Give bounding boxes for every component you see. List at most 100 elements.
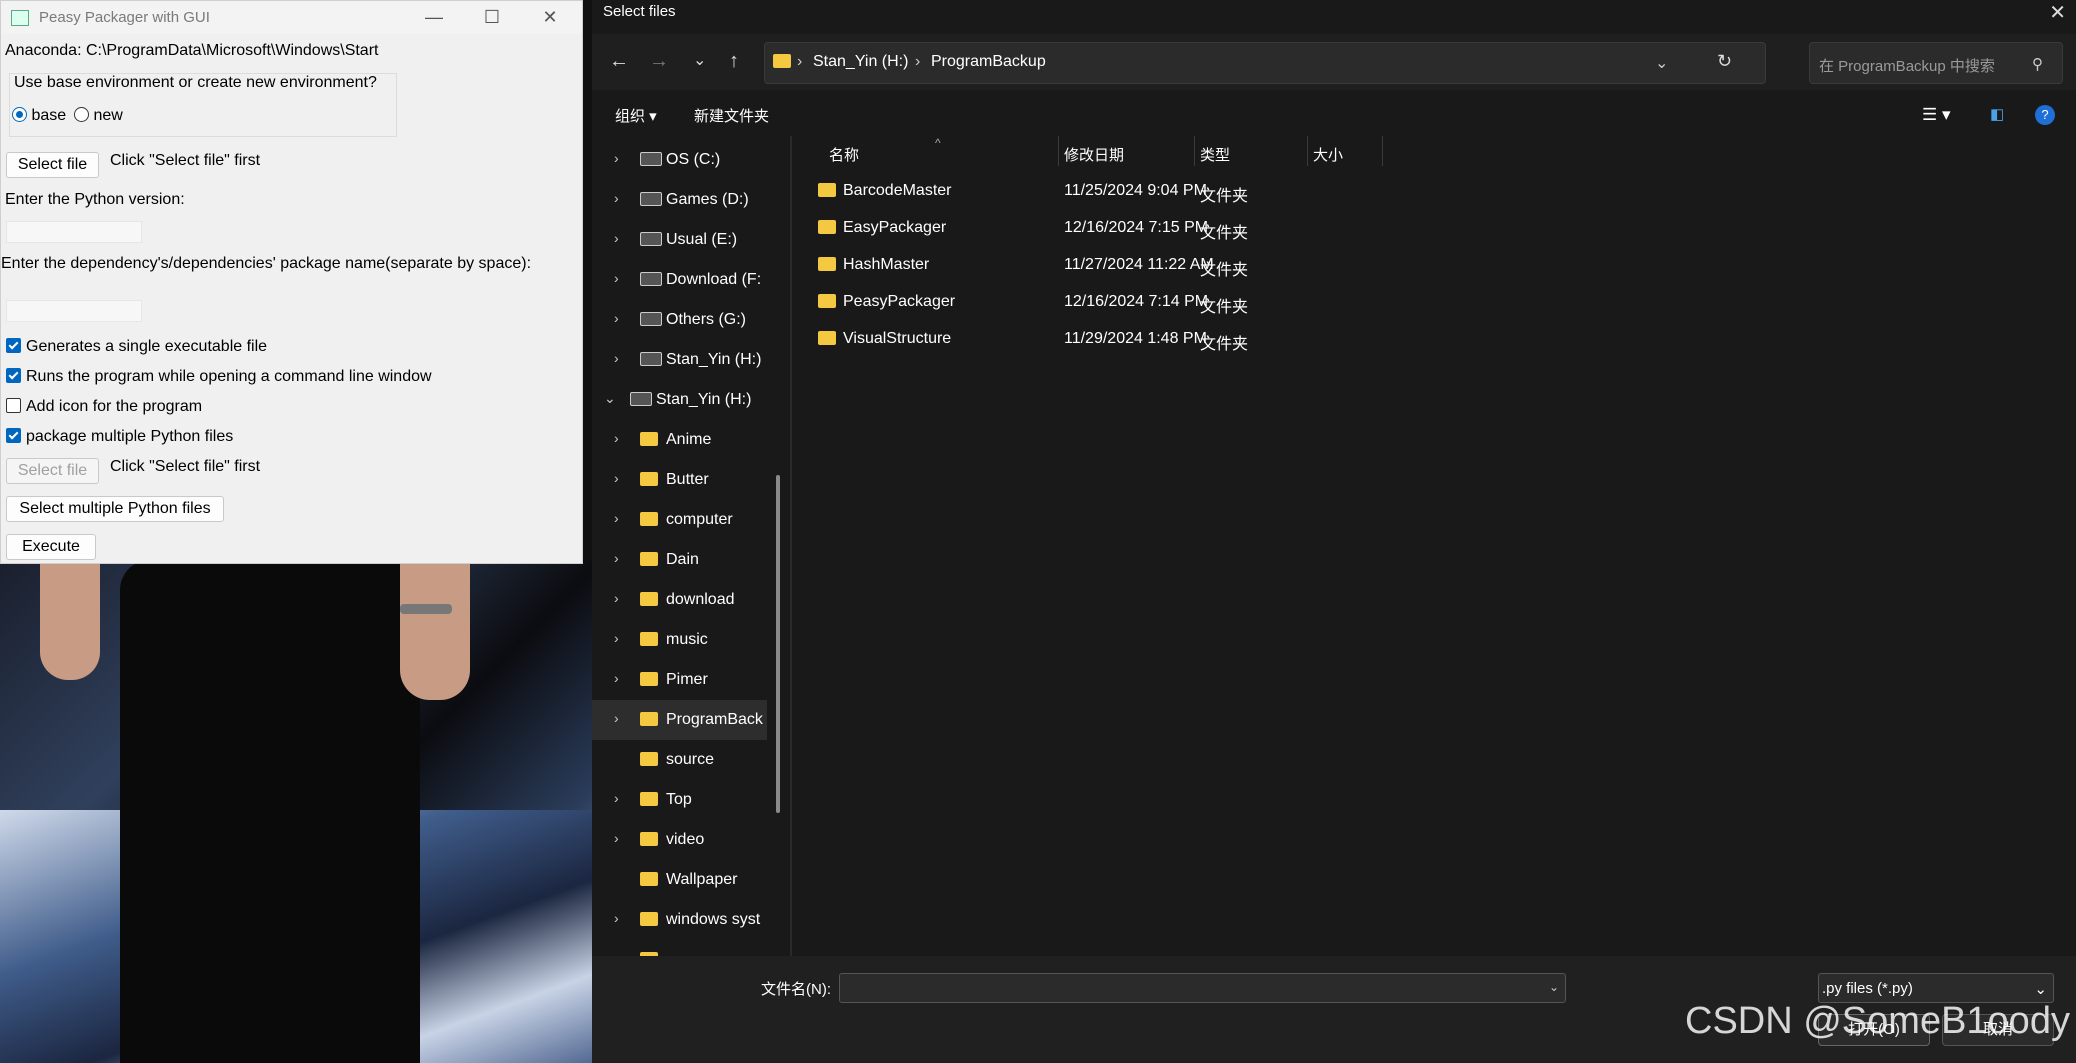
file-name: HashMaster xyxy=(843,256,930,273)
column-separator[interactable] xyxy=(1194,136,1195,166)
chevron-right-icon[interactable]: › xyxy=(614,510,619,526)
tree-item[interactable]: › computer xyxy=(592,500,767,540)
preview-pane-icon[interactable]: ◧ xyxy=(1990,105,2004,123)
chevron-right-icon[interactable]: › xyxy=(614,630,619,646)
chevron-right-icon[interactable]: › xyxy=(614,230,619,246)
organize-menu[interactable]: 组织 ▾ xyxy=(615,105,657,126)
tree-item[interactable]: source xyxy=(592,740,767,780)
column-separator[interactable] xyxy=(1307,136,1308,166)
new-folder-button[interactable]: 新建文件夹 xyxy=(694,105,769,126)
recent-locations-chevron-icon[interactable]: ⌄ xyxy=(693,50,706,70)
folder-icon xyxy=(640,792,658,806)
chevron-right-icon[interactable]: › xyxy=(614,910,619,926)
column-header-modified[interactable]: 修改日期 xyxy=(1064,144,1124,165)
tree-item[interactable]: › Dain xyxy=(592,540,767,580)
tree-item[interactable]: › ProgramBack xyxy=(592,700,767,740)
execute-button[interactable]: Execute xyxy=(6,534,96,560)
tree-item-label: Butter xyxy=(666,471,709,488)
python-version-input[interactable] xyxy=(6,221,142,243)
checkbox-checked-icon xyxy=(6,338,21,353)
breadcrumb-folder[interactable]: ProgramBackup xyxy=(931,53,1046,71)
chevron-right-icon[interactable]: › xyxy=(614,190,619,206)
select-file-button[interactable]: Select file xyxy=(6,152,99,178)
breadcrumb-separator-icon: › xyxy=(797,53,803,70)
tree-item[interactable]: › windows syst xyxy=(592,900,767,940)
dependencies-input[interactable] xyxy=(6,300,142,322)
tree-item[interactable]: › Games (D:) xyxy=(592,180,767,220)
filetype-select[interactable]: .py files (*.py) ⌄ xyxy=(1818,973,2054,1003)
column-header-type[interactable]: 类型 xyxy=(1200,144,1230,165)
chevron-right-icon[interactable]: › xyxy=(614,150,619,166)
tree-item[interactable]: ›临时 xyxy=(592,940,767,956)
tree-item[interactable]: › music xyxy=(592,620,767,660)
column-header-name[interactable]: 名称 xyxy=(829,144,859,165)
option-single-exe[interactable]: Generates a single executable file xyxy=(6,338,267,356)
filename-input[interactable]: ⌄ xyxy=(839,973,1566,1003)
tree-item[interactable]: › Stan_Yin (H:) xyxy=(592,340,767,380)
column-separator[interactable] xyxy=(1058,136,1059,166)
file-modified: 11/25/2024 9:04 PM xyxy=(1064,182,1207,199)
folder-icon xyxy=(640,912,658,926)
tree-item[interactable]: › Anime xyxy=(592,420,767,460)
tree-item[interactable]: › Others (G:) xyxy=(592,300,767,340)
tree-item[interactable]: ⌄ Stan_Yin (H:) xyxy=(592,380,767,420)
chevron-right-icon[interactable]: › xyxy=(614,710,619,726)
csdn-watermark: CSDN @SomeB1oody xyxy=(1685,1000,2070,1042)
option-add-icon[interactable]: Add icon for the program xyxy=(6,398,202,416)
background-arm-right xyxy=(400,560,470,700)
file-row[interactable]: BarcodeMaster 11/25/2024 9:04 PM 文件夹 xyxy=(792,172,2076,209)
file-name: EasyPackager xyxy=(843,219,947,236)
env-base-radio[interactable]: base xyxy=(12,107,66,125)
chevron-right-icon[interactable]: › xyxy=(614,430,619,446)
filename-dropdown-icon[interactable]: ⌄ xyxy=(1549,980,1559,994)
file-row[interactable]: PeasyPackager 12/16/2024 7:14 PM 文件夹 xyxy=(792,283,2076,320)
tree-item[interactable]: › download xyxy=(592,580,767,620)
maximize-icon[interactable]: ☐ xyxy=(463,1,521,34)
option-console-window[interactable]: Runs the program while opening a command… xyxy=(6,368,432,386)
chevron-right-icon[interactable]: › xyxy=(614,270,619,286)
dialog-close-icon[interactable]: ✕ xyxy=(2049,0,2066,25)
file-row[interactable]: VisualStructure 11/29/2024 1:48 PM 文件夹 xyxy=(792,320,2076,357)
tree-scrollbar[interactable] xyxy=(776,475,780,813)
chevron-down-icon[interactable]: ⌄ xyxy=(604,390,616,407)
drive-icon xyxy=(630,392,652,406)
chevron-right-icon[interactable]: › xyxy=(614,310,619,326)
app-icon xyxy=(11,9,29,26)
address-history-chevron-icon[interactable]: ⌄ xyxy=(1655,53,1668,73)
help-icon[interactable]: ? xyxy=(2035,105,2055,125)
select-multiple-files-button[interactable]: Select multiple Python files xyxy=(6,496,224,522)
tree-item[interactable]: › OS (C:) xyxy=(592,140,767,180)
chevron-right-icon[interactable]: › xyxy=(614,590,619,606)
search-box[interactable]: 在 ProgramBackup 中搜索 ⚲ xyxy=(1809,42,2063,84)
tree-item[interactable]: › Download (F: xyxy=(592,260,767,300)
close-icon[interactable]: ✕ xyxy=(521,1,579,34)
tree-item[interactable]: › video xyxy=(592,820,767,860)
env-new-radio[interactable]: new xyxy=(74,107,123,125)
address-bar[interactable]: › Stan_Yin (H:) › ProgramBackup ⌄ ↻ xyxy=(764,42,1766,84)
chevron-right-icon[interactable]: › xyxy=(614,830,619,846)
breadcrumb-drive[interactable]: Stan_Yin (H:) xyxy=(813,53,908,71)
select-file-hint-2: Click "Select file" first xyxy=(110,458,261,475)
option-multiple-files[interactable]: package multiple Python files xyxy=(6,428,233,446)
column-header-size[interactable]: 大小 xyxy=(1313,144,1343,165)
tree-item[interactable]: › Usual (E:) xyxy=(592,220,767,260)
back-arrow-icon[interactable]: ← xyxy=(609,50,629,73)
column-separator[interactable] xyxy=(1382,136,1383,166)
checkbox-unchecked-icon xyxy=(6,398,21,413)
up-arrow-icon[interactable]: ↑ xyxy=(729,50,739,73)
dependencies-label: Enter the dependency's/dependencies' pac… xyxy=(1,255,532,272)
file-row[interactable]: EasyPackager 12/16/2024 7:15 PM 文件夹 xyxy=(792,209,2076,246)
chevron-right-icon[interactable]: › xyxy=(614,470,619,486)
tree-item[interactable]: › Top xyxy=(592,780,767,820)
tree-item[interactable]: › Butter xyxy=(592,460,767,500)
tree-item[interactable]: Wallpaper xyxy=(592,860,767,900)
minimize-icon[interactable]: — xyxy=(405,1,463,34)
refresh-icon[interactable]: ↻ xyxy=(1717,51,1732,72)
chevron-right-icon[interactable]: › xyxy=(614,350,619,366)
chevron-right-icon[interactable]: › xyxy=(614,670,619,686)
file-row[interactable]: HashMaster 11/27/2024 11:22 AM 文件夹 xyxy=(792,246,2076,283)
chevron-right-icon[interactable]: › xyxy=(614,550,619,566)
chevron-right-icon[interactable]: › xyxy=(614,790,619,806)
view-options-icon[interactable]: ☰ ▾ xyxy=(1922,105,1951,125)
tree-item[interactable]: › Pimer xyxy=(592,660,767,700)
